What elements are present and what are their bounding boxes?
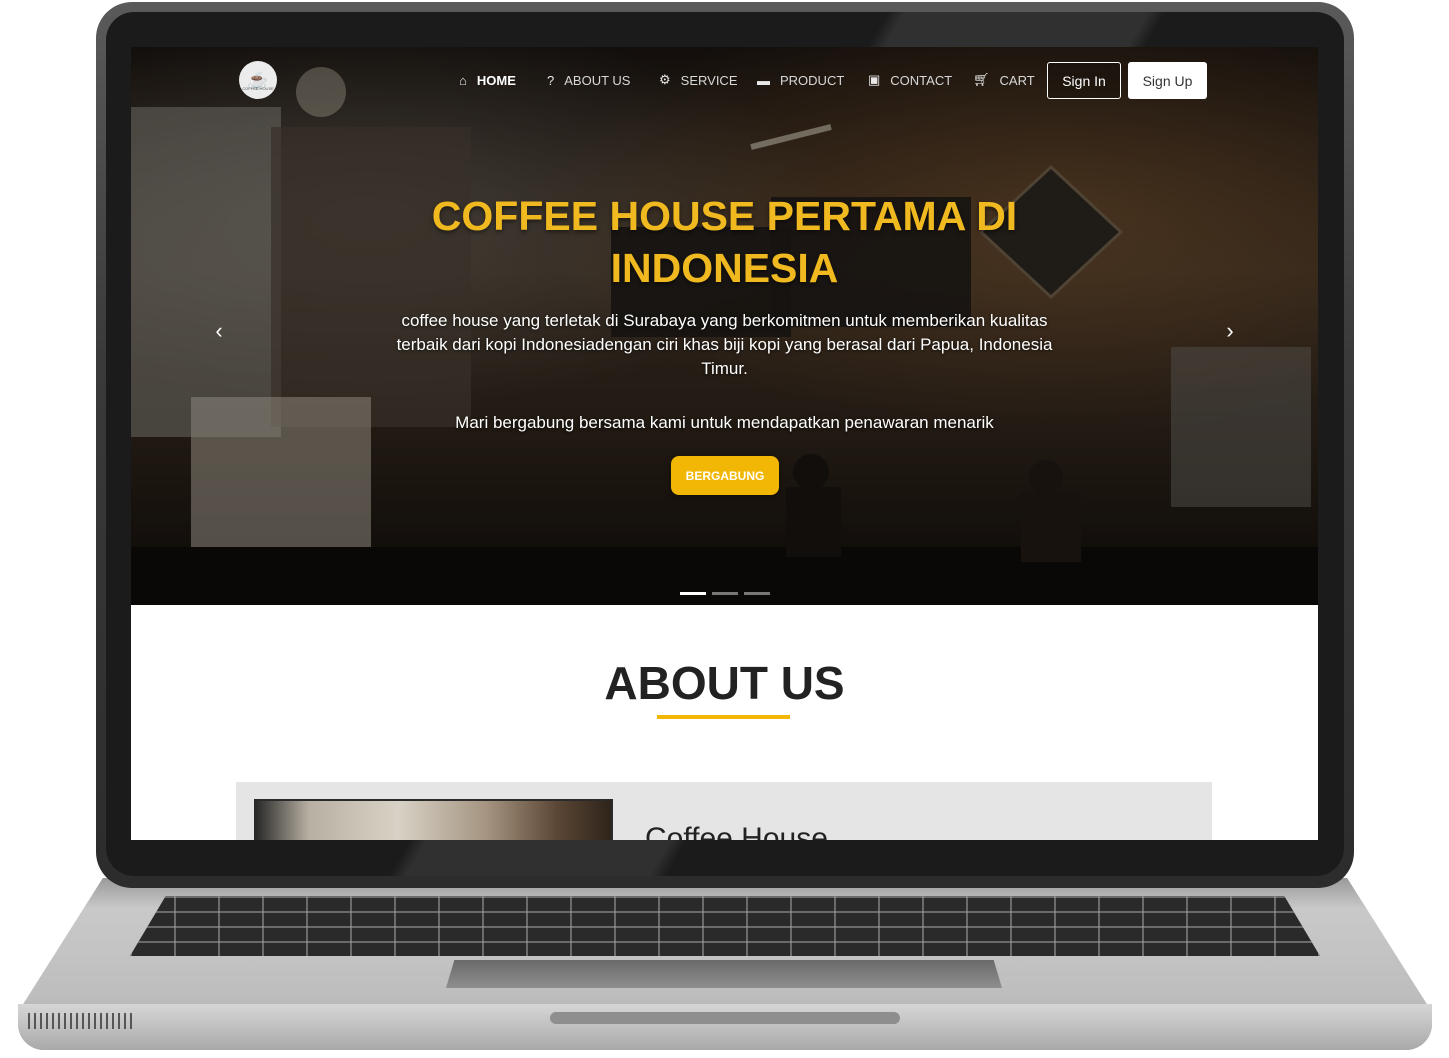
about-image (254, 799, 613, 840)
join-button[interactable]: BERGABUNG (671, 456, 779, 495)
about-heading: ABOUT US (604, 657, 845, 709)
laptop-trackpad (446, 960, 1002, 988)
hero-cta-text: Mari bergabung bersama kami untuk mendap… (455, 413, 994, 432)
gear-icon: ⚙ (659, 72, 671, 87)
nav-contact[interactable]: ▣ CONTACT (868, 70, 952, 90)
hero-description: coffee house yang terletak di Surabaya y… (396, 311, 1053, 378)
cart-icon: 🛒︎ (973, 72, 990, 87)
carousel-indicator-3[interactable] (744, 592, 770, 595)
carousel-indicators (680, 592, 770, 595)
sign-up-button[interactable]: Sign Up (1128, 62, 1207, 99)
nav-product[interactable]: ▬ PRODUCT (757, 70, 844, 90)
chevron-right-icon: › (1226, 318, 1234, 343)
top-navbar: ☕ COFFEE HOUSE ⌂ HOME ? ABOUT US ⚙ SERVI… (131, 47, 1318, 115)
about-heading-underline (657, 715, 790, 719)
site-logo[interactable]: ☕ COFFEE HOUSE (239, 61, 277, 99)
home-icon: ⌂ (459, 72, 467, 88)
hero-carousel: ☕ COFFEE HOUSE ⌂ HOME ? ABOUT US ⚙ SERVI… (131, 47, 1318, 605)
carousel-indicator-1[interactable] (680, 592, 706, 595)
nav-about-us[interactable]: ? ABOUT US (547, 70, 630, 90)
laptop-base-front (18, 1004, 1432, 1050)
product-icon: ▬ (757, 72, 770, 88)
sign-in-button[interactable]: Sign In (1047, 62, 1121, 99)
contact-book-icon: ▣ (868, 72, 881, 87)
carousel-indicator-2[interactable] (712, 592, 738, 595)
carousel-next-button[interactable]: › (1218, 318, 1242, 343)
nav-cart[interactable]: 🛒︎ CART (973, 70, 1035, 90)
question-circle-icon: ? (547, 72, 555, 88)
about-card-title: Coffee House (645, 822, 828, 840)
nav-home[interactable]: ⌂ HOME (459, 70, 516, 90)
browser-viewport: ☕ COFFEE HOUSE ⌂ HOME ? ABOUT US ⚙ SERVI… (131, 47, 1318, 840)
carousel-prev-button[interactable]: ‹ (207, 318, 231, 343)
laptop-notch (550, 1012, 900, 1024)
logo-text: COFFEE HOUSE (242, 86, 274, 91)
hero-title: COFFEE HOUSE PERTAMA DI INDONESIA (431, 193, 1018, 291)
chevron-left-icon: ‹ (215, 318, 223, 343)
laptop-vent (28, 1013, 132, 1029)
laptop-keyboard (130, 896, 1320, 956)
nav-service[interactable]: ⚙ SERVICE (659, 70, 738, 90)
